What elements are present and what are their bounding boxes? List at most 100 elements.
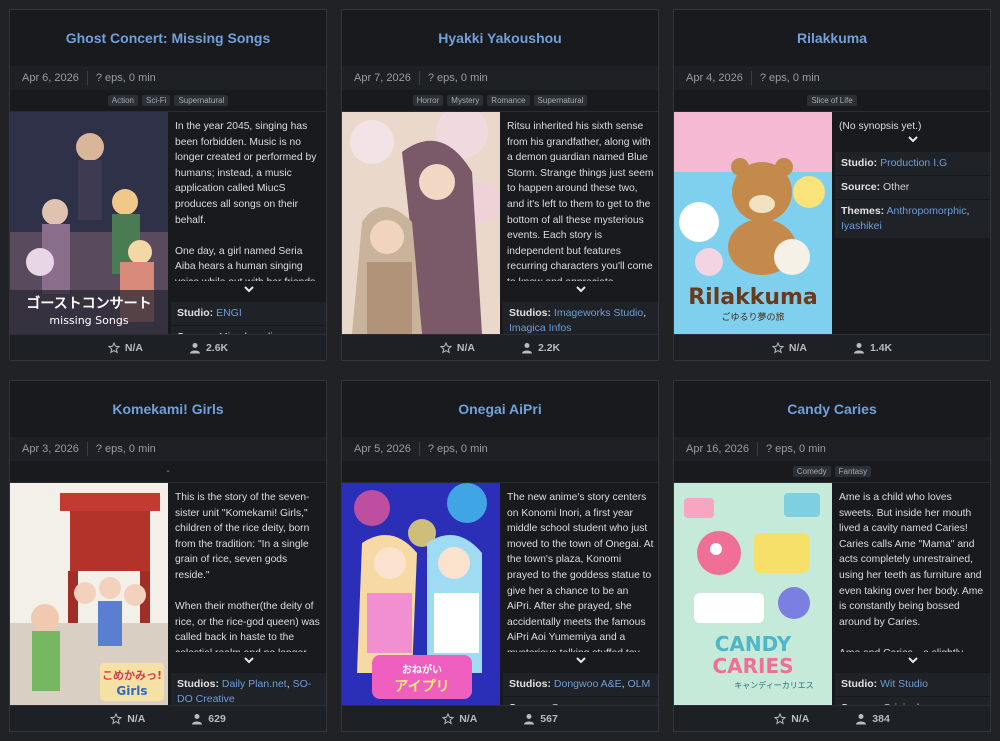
genre-tag[interactable]: Slice of Life — [807, 95, 857, 106]
expand-chevron-icon[interactable] — [906, 653, 920, 667]
info-label: Themes: — [841, 205, 885, 217]
genre-tag[interactable]: Romance — [487, 95, 530, 106]
studio-link[interactable]: Wit Studio — [880, 678, 928, 690]
expand-chevron-icon[interactable] — [906, 132, 920, 146]
expand-chevron-icon[interactable] — [574, 653, 588, 667]
synopsis-text: In the year 2045, singing has been forbi… — [175, 121, 317, 281]
genre-list: Comedy Fantasy — [674, 461, 990, 483]
studio-link[interactable]: Imagica Infos — [509, 322, 571, 334]
anime-title-link[interactable]: Komekami! Girls — [112, 401, 223, 417]
studio-link[interactable]: Dongwoo A&E — [554, 678, 622, 690]
synopsis-text: Ritsu inherited his sixth sense from his… — [507, 121, 654, 281]
poster-image[interactable]: Rilakkuma ごゆるり夢の旅 — [674, 112, 832, 334]
poster-image[interactable]: おねがい アイプリ — [342, 483, 500, 705]
studio-link[interactable]: OLM — [627, 678, 650, 690]
air-date: Apr 3, 2026 — [22, 443, 79, 455]
poster-logo-text: こめかみっ! — [102, 669, 162, 682]
genre-list: Action Sci-Fi Supernatural — [10, 90, 326, 112]
score-value: N/A — [127, 712, 146, 725]
genre-list: - — [10, 461, 326, 483]
genre-list — [342, 461, 658, 483]
meta-divider — [757, 442, 758, 456]
card-title-row: Onegai AiPri — [342, 381, 658, 437]
genre-tag[interactable]: Sci-Fi — [141, 95, 171, 106]
genre-tag[interactable]: Mystery — [447, 95, 484, 106]
poster-image[interactable]: ゴーストコンサート missing Songs — [10, 112, 168, 334]
info-label: Studio: — [841, 678, 878, 690]
theme-link[interactable]: Anthropomorphic — [887, 205, 967, 217]
poster-image[interactable] — [342, 112, 500, 334]
studio-row: Studios: Dongwoo A&E, OLM — [503, 673, 658, 696]
studio-link[interactable]: Daily Plan.net — [222, 678, 287, 690]
members-value: 2.6K — [205, 341, 229, 354]
card-stats: N/A 2.2K — [342, 334, 658, 360]
theme-link[interactable]: Iyashikei — [841, 220, 882, 232]
card-body: Ritsu inherited his sixth sense from his… — [342, 112, 658, 340]
score-value: N/A — [788, 341, 807, 354]
user-icon — [189, 342, 200, 353]
genre-tag[interactable]: Supernatural — [174, 95, 229, 106]
poster-logo-subtext: CARIES — [712, 654, 793, 678]
score-stat: N/A — [439, 341, 475, 354]
themes-row: Themes: Anthropomorphic, Iyashikei — [835, 200, 990, 238]
info-label: Studios: — [177, 678, 219, 690]
episode-info: ? eps, 0 min — [95, 72, 156, 84]
meta-divider — [750, 71, 752, 85]
genre-tag[interactable]: Supernatural — [533, 95, 588, 106]
card-stats: N/A 629 — [10, 705, 326, 731]
card-stats: N/A 1.4K — [674, 334, 990, 360]
poster-logo-subtext: Girls — [116, 684, 147, 698]
synopsis-text: The new anime's story centers on Konomi … — [507, 492, 654, 652]
expand-chevron-icon[interactable] — [242, 282, 256, 296]
air-date: Apr 4, 2026 — [686, 72, 743, 84]
members-value: 2.2K — [537, 341, 561, 354]
card-meta-row: Apr 16, 2026 ? eps, 0 min — [674, 437, 990, 461]
poster-logo-caption: キャンディーカリエス — [734, 680, 813, 690]
anime-title-link[interactable]: Ghost Concert: Missing Songs — [66, 30, 271, 46]
genre-list: Horror Mystery Romance Supernatural — [342, 90, 658, 112]
card-title-row: Ghost Concert: Missing Songs — [10, 10, 326, 66]
card-title-row: Hyakki Yakoushou — [342, 10, 658, 66]
info-label: Studio: — [841, 157, 878, 169]
anime-title-link[interactable]: Rilakkuma — [797, 30, 867, 46]
anime-card-hyakki-yakoushou: Hyakki Yakoushou Apr 7, 2026 ? eps, 0 mi… — [341, 9, 659, 361]
air-date: Apr 6, 2026 — [22, 72, 79, 84]
card-title-row: Rilakkuma — [674, 10, 990, 66]
anime-title-link[interactable]: Hyakki Yakoushou — [438, 30, 561, 46]
card-stats: N/A 567 — [342, 705, 658, 731]
poster-image[interactable]: CANDY CARIES キャンディーカリエス — [674, 483, 832, 705]
star-icon — [442, 712, 455, 725]
episode-info: ? eps, 0 min — [759, 72, 820, 84]
anime-title-link[interactable]: Candy Caries — [787, 401, 876, 417]
studio-link[interactable]: ENGI — [216, 307, 242, 319]
genre-tag[interactable]: Action — [107, 95, 138, 106]
members-value: 629 — [208, 712, 226, 725]
members-value: 1.4K — [869, 341, 893, 354]
episode-info: ? eps, 0 min — [427, 443, 488, 455]
expand-chevron-icon[interactable] — [574, 282, 588, 296]
info-label: Source: — [841, 181, 881, 193]
meta-divider — [86, 71, 88, 85]
user-icon — [192, 713, 203, 724]
poster-image[interactable]: こめかみっ! Girls — [10, 483, 168, 705]
score-stat: N/A — [110, 712, 146, 725]
members-value: 567 — [540, 712, 558, 725]
studio-link[interactable]: Imageworks Studio — [554, 307, 643, 319]
expand-chevron-icon[interactable] — [242, 653, 256, 667]
genre-tag[interactable]: Fantasy — [834, 466, 872, 477]
meta-divider — [418, 442, 420, 456]
card-meta-row: Apr 5, 2026 ? eps, 0 min — [342, 437, 658, 461]
info-label: Studios: — [509, 307, 551, 319]
studio-link[interactable]: Production I.G — [880, 157, 947, 169]
genre-tag[interactable]: Comedy — [792, 466, 831, 477]
anime-title-link[interactable]: Onegai AiPri — [458, 401, 542, 417]
card-meta-row: Apr 3, 2026 ? eps, 0 min — [10, 437, 326, 461]
poster-logo-text: おねがい — [402, 663, 442, 676]
anime-card-rilakkuma: Rilakkuma Apr 4, 2026 ? eps, 0 min Slice… — [673, 9, 991, 361]
card-title-row: Komekami! Girls — [10, 381, 326, 437]
score-value: N/A — [791, 712, 810, 725]
user-icon — [853, 342, 864, 353]
genre-tag[interactable]: Horror — [412, 95, 444, 106]
poster-logo-text: Rilakkuma — [688, 285, 818, 310]
studio-row: Studio: Production I.G — [835, 152, 990, 175]
